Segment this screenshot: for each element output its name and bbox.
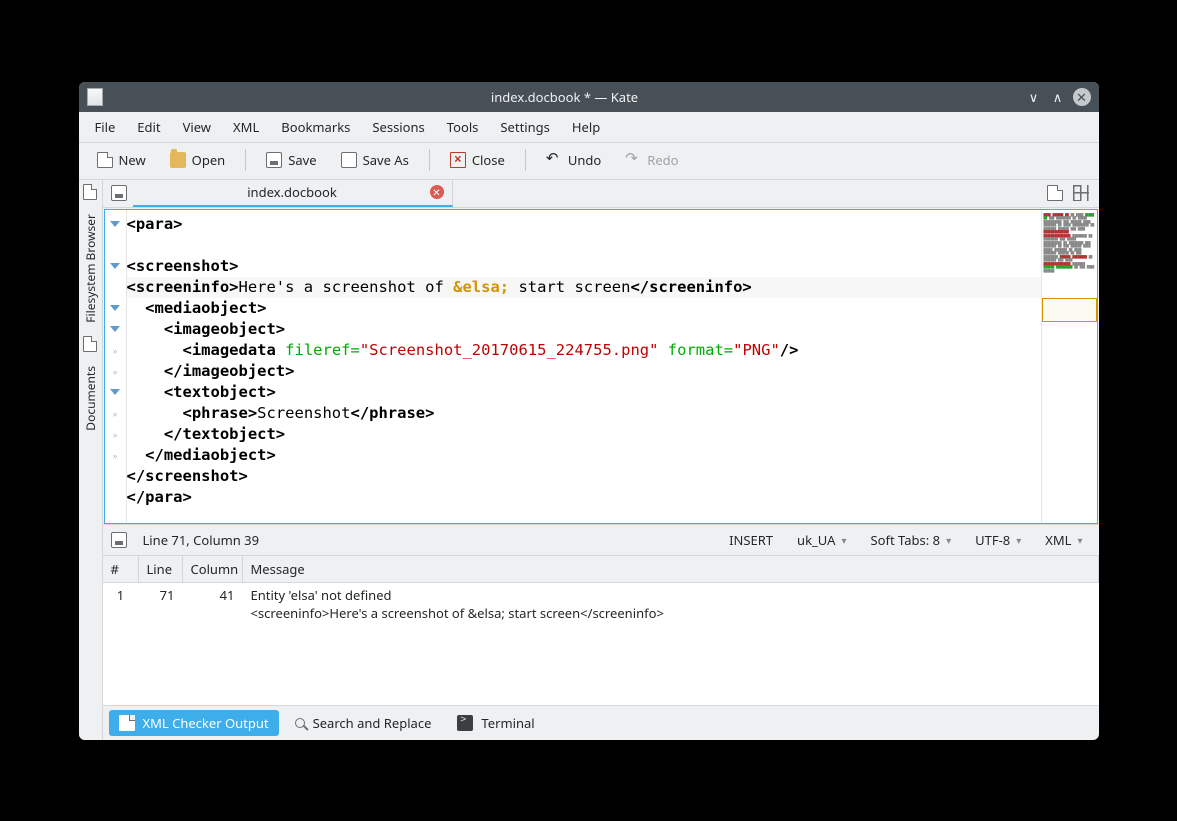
chevron-down-icon: ▾ — [946, 533, 951, 547]
close-icon — [450, 152, 466, 168]
sidebar-documents[interactable]: Documents — [80, 360, 101, 437]
message-row[interactable]: 1 71 41 Entity 'elsa' not defined <scree… — [103, 583, 1099, 625]
sidebar-filesystem[interactable]: Filesystem Browser — [80, 208, 101, 329]
minimap-viewport[interactable] — [1042, 298, 1097, 322]
close-label: Close — [472, 151, 505, 169]
terminal-label: Terminal — [481, 714, 534, 732]
menu-settings[interactable]: Settings — [490, 114, 559, 140]
menu-edit[interactable]: Edit — [127, 114, 170, 140]
status-locale[interactable]: uk_UA▾ — [789, 529, 854, 551]
status-position[interactable]: Line 71, Column 39 — [135, 529, 268, 551]
main-column: index.docbook ✕ »»»»» <para> <screenshot… — [103, 180, 1099, 740]
tab-label: index.docbook — [247, 183, 337, 201]
bottom-tabs: XML Checker Output Search and Replace Te… — [103, 705, 1099, 740]
status-language[interactable]: XML▾ — [1037, 529, 1090, 551]
col-column[interactable]: Column — [183, 556, 243, 582]
code-area[interactable]: <para> <screenshot><screeninfo>Here's a … — [127, 210, 1041, 523]
tab-close-icon[interactable]: ✕ — [430, 185, 444, 199]
xml-icon — [119, 715, 135, 731]
toolbar: New Open Save Save As Close Undo Redo — [79, 143, 1099, 180]
search-icon — [295, 718, 305, 728]
menu-file[interactable]: File — [85, 114, 126, 140]
chevron-down-icon: ▾ — [1077, 533, 1082, 547]
search-label: Search and Replace — [313, 714, 432, 732]
open-button[interactable]: Open — [160, 147, 236, 173]
statusbar: Line 71, Column 39 INSERT uk_UA▾ Soft Ta… — [103, 524, 1099, 555]
save-tab-icon[interactable] — [111, 185, 127, 201]
tab-search-replace[interactable]: Search and Replace — [285, 710, 442, 736]
status-encoding[interactable]: UTF-8▾ — [967, 529, 1029, 551]
save-status-icon[interactable] — [111, 532, 127, 548]
terminal-icon — [457, 715, 473, 731]
msg-line: 71 — [139, 583, 183, 625]
save-as-button[interactable]: Save As — [331, 147, 419, 173]
msg-text: Entity 'elsa' not defined <screeninfo>He… — [243, 583, 1099, 625]
maximise-icon[interactable]: ∧ — [1049, 88, 1067, 106]
undo-button[interactable]: Undo — [536, 147, 611, 173]
menu-tools[interactable]: Tools — [437, 114, 489, 140]
redo-label: Redo — [647, 151, 678, 169]
chevron-down-icon: ▾ — [1016, 533, 1021, 547]
folder-open-icon — [170, 152, 186, 168]
tab-terminal[interactable]: Terminal — [447, 710, 544, 736]
new-document-icon — [97, 152, 113, 168]
chevron-down-icon: ▾ — [841, 533, 846, 547]
menubar: File Edit View XML Bookmarks Sessions To… — [79, 112, 1099, 143]
save-label: Save — [288, 151, 316, 169]
menu-view[interactable]: View — [173, 114, 221, 140]
col-message[interactable]: Message — [243, 556, 1099, 582]
undo-icon — [546, 152, 562, 168]
window-close-icon[interactable]: ✕ — [1073, 88, 1091, 106]
msg-column: 41 — [183, 583, 243, 625]
new-tab-icon[interactable] — [1047, 185, 1063, 201]
body: Filesystem Browser Documents index.docbo… — [79, 180, 1099, 740]
messages-panel: # Line Column Message 1 71 41 Entity 'el… — [103, 555, 1099, 705]
new-label: New — [119, 151, 146, 169]
menu-help[interactable]: Help — [562, 114, 610, 140]
redo-icon — [625, 152, 641, 168]
col-number[interactable]: # — [103, 556, 139, 582]
separator — [525, 149, 526, 171]
save-as-icon — [341, 152, 357, 168]
left-sidebar: Filesystem Browser Documents — [79, 180, 103, 740]
tab-xml-checker[interactable]: XML Checker Output — [109, 710, 279, 736]
undo-label: Undo — [568, 151, 601, 169]
save-button[interactable]: Save — [256, 147, 326, 173]
document-icon — [87, 88, 103, 106]
messages-header: # Line Column Message — [103, 556, 1099, 583]
status-indent[interactable]: Soft Tabs: 8▾ — [863, 529, 960, 551]
open-label: Open — [192, 151, 226, 169]
separator — [429, 149, 430, 171]
save-as-label: Save As — [363, 151, 409, 169]
app-window: index.docbook * — Kate ∨ ∧ ✕ File Edit V… — [79, 82, 1099, 740]
separator — [245, 149, 246, 171]
tabs-row: index.docbook ✕ — [103, 180, 1099, 208]
fold-gutter[interactable]: »»»»» — [105, 210, 127, 523]
msg-number: 1 — [103, 583, 139, 625]
window-title: index.docbook * — Kate — [111, 88, 1019, 106]
redo-button[interactable]: Redo — [615, 147, 688, 173]
documents-icon[interactable] — [83, 336, 97, 352]
save-icon — [266, 152, 282, 168]
menu-sessions[interactable]: Sessions — [362, 114, 434, 140]
xml-label: XML Checker Output — [143, 714, 269, 732]
menu-xml[interactable]: XML — [223, 114, 269, 140]
filesystem-icon[interactable] — [83, 184, 97, 200]
minimap[interactable]: ████ ██████ ██ ██ ████ █████ ██ ███ ████… — [1041, 210, 1097, 523]
status-mode[interactable]: INSERT — [721, 529, 781, 551]
close-button[interactable]: Close — [440, 147, 515, 173]
editor[interactable]: »»»»» <para> <screenshot><screeninfo>Her… — [104, 209, 1098, 524]
col-line[interactable]: Line — [139, 556, 183, 582]
new-button[interactable]: New — [87, 147, 156, 173]
split-view-icon[interactable] — [1073, 185, 1089, 201]
menu-bookmarks[interactable]: Bookmarks — [271, 114, 360, 140]
tab-index-docbook[interactable]: index.docbook ✕ — [133, 179, 453, 207]
titlebar: index.docbook * — Kate ∨ ∧ ✕ — [79, 82, 1099, 112]
minimise-icon[interactable]: ∨ — [1025, 88, 1043, 106]
